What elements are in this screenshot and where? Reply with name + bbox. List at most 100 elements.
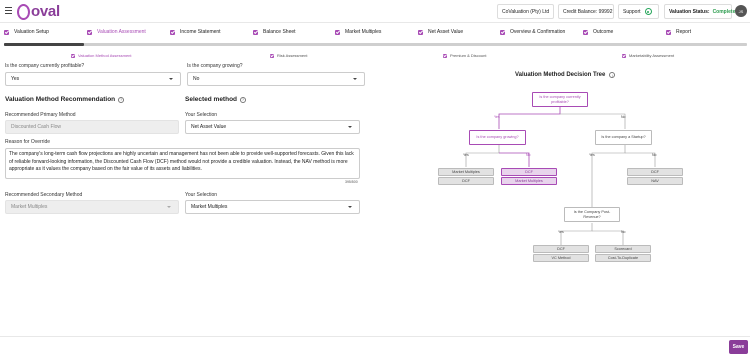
info-icon[interactable]: i — [609, 72, 616, 78]
rec-primary-field: Discounted Cash Flow — [5, 120, 179, 134]
step-label: Valuation Setup — [14, 29, 49, 35]
tree-leaf-dcf-selected: DCF — [501, 168, 557, 176]
logo: oval — [17, 2, 60, 21]
substep-valuation-method[interactable]: Valuation Method Assessment — [71, 53, 132, 58]
footer-divider — [0, 336, 750, 337]
step-valuation-setup[interactable]: Valuation Setup — [4, 29, 49, 35]
recommendation-heading: Valuation Method Recommendation? — [5, 96, 125, 103]
help-icon[interactable]: ? — [240, 96, 247, 103]
help-icon[interactable]: ? — [118, 96, 125, 103]
logo-mark — [17, 3, 30, 20]
credit-balance: Credit Balance: 99992 — [558, 4, 614, 19]
secondary-selection-value: Market Multiples — [191, 204, 228, 210]
checkbox-icon — [4, 29, 9, 35]
substep-label: Premium & Discount — [450, 53, 487, 58]
growing-label: Is the company growing? — [187, 63, 243, 69]
profitable-value: Yes — [11, 76, 20, 82]
step-bar: Valuation Setup Valuation Assessment Inc… — [0, 29, 750, 38]
step-label: Outcome — [593, 29, 614, 35]
step-label: Balance Sheet — [263, 29, 296, 35]
chevron-down-icon — [167, 206, 171, 208]
tree-yes-label: Yes — [558, 230, 564, 234]
tree-yes-label: Yes — [463, 153, 469, 157]
tree-leaf-cost-to-duplicate: Cost-To-Duplicate — [595, 254, 651, 262]
save-button[interactable]: Save — [729, 340, 748, 354]
top-header: oval CoValuation (Pty) Ltd Credit Balanc… — [0, 0, 750, 23]
tree-node-profitable: Is the company currently profitable? — [532, 92, 588, 107]
step-balance-sheet[interactable]: Balance Sheet — [253, 29, 296, 35]
step-label: Market Multiples — [345, 29, 382, 35]
tree-leaf-scorecard: Scorecard — [595, 245, 651, 253]
secondary-selection-select[interactable]: Market Multiples — [185, 200, 360, 214]
decision-tree-title-text: Valuation Method Decision Tree — [515, 72, 606, 78]
growing-select[interactable]: No — [187, 72, 365, 86]
step-valuation-assessment[interactable]: Valuation Assessment — [87, 29, 146, 35]
primary-selection-value: Net Asset Value — [191, 124, 227, 130]
checkbox-icon — [418, 29, 423, 35]
rec-secondary-value: Market Multiples — [11, 204, 48, 210]
whatsapp-icon — [644, 8, 652, 15]
tree-node-growing: Is the company growing? — [469, 130, 526, 145]
step-income-statement[interactable]: Income Statement — [170, 29, 221, 35]
tree-leaf-nav: NAV — [627, 177, 683, 185]
checkbox-icon — [335, 29, 340, 35]
checkbox-icon — [253, 29, 258, 35]
logo-text: oval — [31, 3, 60, 20]
rec-primary-label: Recommended Primary Method — [5, 112, 76, 118]
progress-bar — [4, 43, 747, 46]
step-report[interactable]: Report — [666, 29, 691, 35]
rec-primary-value: Discounted Cash Flow — [11, 124, 62, 130]
recommendation-heading-text: Valuation Method Recommendation — [5, 96, 116, 103]
profitable-label: Is the company currently profitable? — [5, 63, 85, 69]
company-selector[interactable]: CoValuation (Pty) Ltd — [497, 4, 554, 19]
step-label: Report — [676, 29, 692, 35]
substep-risk[interactable]: Risk Assessment — [270, 53, 307, 58]
substep-premium-discount[interactable]: Premium & Discount — [443, 53, 486, 58]
step-label: Overview & Confirmation — [510, 29, 566, 35]
menu-icon[interactable] — [5, 7, 12, 14]
step-label: Net Asset Value — [428, 29, 464, 35]
secondary-selection-label: Your Selection — [185, 192, 218, 198]
substep-label: Risk Assessment — [277, 53, 308, 58]
primary-selection-select[interactable]: Net Asset Value — [185, 120, 360, 134]
chevron-down-icon — [169, 78, 173, 80]
selected-heading-text: Selected method — [185, 96, 238, 103]
decision-tree-title: Valuation Method Decision Tree i — [515, 72, 616, 78]
checkbox-icon — [500, 29, 505, 35]
substep-label: Marketability Assessment — [629, 53, 675, 58]
step-overview-confirmation[interactable]: Overview & Confirmation — [500, 29, 565, 35]
chevron-down-icon — [348, 206, 352, 208]
step-outcome[interactable]: Outcome — [583, 29, 613, 35]
tree-leaf-dcf: DCF — [533, 245, 589, 253]
checkbox-icon — [443, 53, 447, 58]
rec-secondary-field: Market Multiples — [5, 200, 179, 214]
support-button[interactable]: Support — [618, 4, 659, 19]
char-count: 395/500 — [345, 180, 358, 184]
support-label: Support — [623, 8, 641, 15]
checkbox-icon — [583, 29, 588, 35]
step-net-asset-value[interactable]: Net Asset Value — [418, 29, 463, 35]
rec-secondary-label: Recommended Secondary Method — [5, 192, 83, 198]
tree-no-label: No — [621, 230, 626, 234]
substep-label: Valuation Method Assessment — [78, 53, 132, 58]
checkbox-icon — [71, 53, 75, 58]
growing-value: No — [193, 76, 200, 82]
checkbox-icon — [666, 29, 671, 35]
checkbox-icon — [622, 53, 626, 58]
checkbox-icon — [170, 29, 175, 35]
avatar[interactable]: JS — [735, 5, 747, 17]
your-selection-label: Your Selection — [185, 112, 218, 118]
substep-marketability[interactable]: Marketability Assessment — [622, 53, 674, 58]
override-label: Reason for Override — [5, 139, 51, 145]
profitable-select[interactable]: Yes — [5, 72, 181, 86]
tree-leaf-market-multiples: Market Multiples — [438, 168, 494, 176]
tree-yes-label: Yes — [589, 153, 595, 157]
valuation-status: Valuation Status: Complete — [664, 4, 735, 19]
selected-heading: Selected method? — [185, 96, 247, 103]
step-label: Income Statement — [180, 29, 221, 35]
checkbox-icon — [87, 29, 92, 35]
tree-yes-label: Yes — [494, 115, 500, 119]
progress-fill — [4, 43, 84, 46]
step-market-multiples[interactable]: Market Multiples — [335, 29, 381, 35]
override-reason-textarea[interactable]: The company's long-term cash flow projec… — [5, 148, 360, 179]
